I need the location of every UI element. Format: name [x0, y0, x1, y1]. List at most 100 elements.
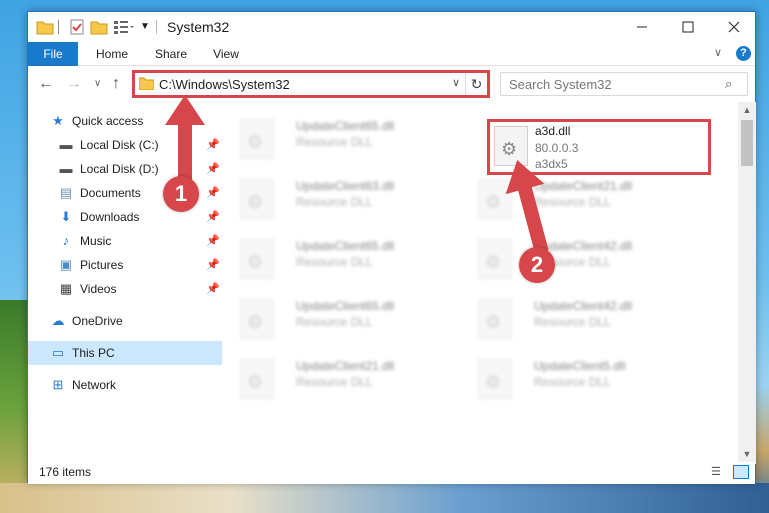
sidebar-item-music[interactable]: ♪ Music 📌 — [28, 229, 222, 253]
file-name: UpdateClient42.dll — [534, 299, 633, 313]
view-options-icon[interactable] — [112, 18, 134, 36]
documents-icon: ▤ — [59, 185, 73, 200]
maximize-button[interactable] — [665, 12, 711, 42]
sidebar-item-label: Downloads — [80, 210, 140, 224]
file-name: a3d.dll — [535, 124, 571, 138]
window-title: System32 — [167, 19, 230, 35]
step-badge-2: 2 — [519, 247, 555, 283]
sidebar-item-label: OneDrive — [72, 314, 123, 328]
back-arrow-icon[interactable]: ← — [38, 75, 54, 93]
recent-locations-icon[interactable]: ∨ — [94, 78, 101, 89]
customize-toolbar-icon[interactable]: ▼ — [140, 18, 150, 36]
sidebar-item-label: Network — [72, 378, 117, 392]
annotation-arrow-2 — [505, 159, 549, 254]
tab-view[interactable]: View — [208, 42, 244, 66]
step-badge-1: 1 — [163, 176, 199, 212]
scrollbar-thumb[interactable] — [741, 120, 753, 166]
desktop-background-left — [0, 300, 30, 513]
title-divider — [156, 20, 157, 34]
scroll-up-icon[interactable]: ▲ — [738, 102, 756, 118]
file-name: UpdateClient65.dll — [296, 299, 395, 313]
file-explorer-window: ▼ System32 File Home Share View ∨ ? ← → … — [27, 11, 757, 484]
star-icon: ★ — [52, 113, 64, 128]
help-icon[interactable]: ? — [736, 46, 751, 61]
dll-file-icon — [240, 359, 274, 399]
file-list: UpdateClient65.dll Resource DLL UpdateCl… — [228, 102, 738, 464]
pin-icon[interactable]: 📌 — [206, 210, 220, 223]
up-arrow-icon[interactable]: ↑ — [112, 75, 120, 93]
list-item[interactable]: UpdateClient65.dll Resource DLL — [228, 229, 453, 281]
dll-file-icon — [478, 299, 512, 339]
desktop-background-bottom — [0, 483, 769, 513]
pictures-icon: ▣ — [59, 257, 73, 272]
minimize-icon — [637, 26, 647, 28]
drive-icon: ▬ — [59, 161, 73, 176]
dll-file-icon — [240, 239, 274, 279]
sidebar-item-onedrive[interactable]: ☁ OneDrive — [28, 309, 222, 333]
folder-icon[interactable] — [36, 18, 54, 36]
list-item[interactable]: UpdateClient21.dll Resource DLL — [466, 169, 691, 221]
expand-ribbon-icon[interactable]: ∨ — [714, 46, 722, 59]
sidebar-item-label: Local Disk (D:) — [80, 162, 159, 176]
sidebar-item-label: Videos — [80, 282, 117, 296]
dll-file-icon — [240, 119, 274, 159]
sidebar-item-downloads[interactable]: ⬇ Downloads 📌 — [28, 205, 222, 229]
tab-file[interactable]: File — [28, 42, 78, 66]
file-type: Resource DLL — [296, 135, 373, 149]
close-icon — [728, 21, 740, 33]
forward-arrow-icon[interactable]: → — [66, 75, 82, 93]
list-item[interactable]: UpdateClient42.dll Resource DLL — [466, 289, 691, 341]
list-item[interactable]: UpdateClient5.dll Resource DLL — [466, 349, 691, 401]
file-type: Resource DLL — [296, 255, 373, 269]
network-icon: ⊞ — [52, 377, 64, 392]
sidebar-item-videos[interactable]: ▦ Videos 📌 — [28, 277, 222, 301]
tab-home[interactable]: Home — [90, 42, 134, 66]
minimize-button[interactable] — [619, 12, 665, 42]
navigation-bar: ← → ∨ ↑ C:\Windows\System32 ∨ ↻ Search S… — [28, 66, 755, 102]
details-view-icon[interactable]: ☰ — [711, 465, 727, 479]
file-name: UpdateClient65.dll — [296, 239, 395, 253]
tab-share[interactable]: Share — [150, 42, 192, 66]
close-button[interactable] — [711, 12, 757, 42]
file-type: Resource DLL — [534, 315, 611, 329]
ribbon-tabs: File Home Share View ∨ ? — [28, 42, 755, 66]
list-item[interactable]: UpdateClient65.dll Resource DLL — [228, 289, 453, 341]
music-icon: ♪ — [62, 233, 70, 248]
sidebar-item-network[interactable]: ⊞ Network — [28, 373, 222, 397]
list-item[interactable]: UpdateClient42.dll Resource DLL — [466, 229, 691, 281]
properties-icon[interactable] — [68, 18, 86, 36]
download-icon: ⬇ — [60, 209, 72, 224]
sidebar-item-this-pc[interactable]: ▭ This PC — [28, 341, 222, 365]
large-icons-view-icon[interactable] — [733, 465, 749, 479]
file-name: UpdateClient5.dll — [534, 359, 626, 373]
sidebar-item-label: Local Disk (C:) — [80, 138, 159, 152]
search-placeholder: Search System32 — [509, 77, 612, 92]
file-type: Resource DLL — [534, 375, 611, 389]
scroll-down-icon[interactable]: ▼ — [738, 446, 756, 462]
vertical-scrollbar[interactable]: ▲ ▼ — [738, 102, 756, 464]
sidebar-item-label: Pictures — [80, 258, 124, 272]
dll-file-icon — [240, 299, 274, 339]
drive-icon: ▬ — [59, 137, 73, 152]
new-folder-icon[interactable] — [90, 18, 108, 36]
computer-icon: ▭ — [51, 345, 65, 360]
quick-access-divider — [58, 20, 59, 34]
pin-icon[interactable]: 📌 — [206, 258, 220, 271]
maximize-icon — [682, 21, 694, 33]
pin-icon[interactable]: 📌 — [206, 234, 220, 247]
sidebar-item-label: Documents — [80, 186, 141, 200]
status-bar: 176 items ☰ — [28, 462, 755, 484]
videos-icon: ▦ — [59, 281, 73, 296]
pin-icon[interactable]: 📌 — [206, 282, 220, 295]
list-item[interactable]: UpdateClient63.dll Resource DLL — [228, 169, 453, 221]
search-icon[interactable]: ⌕ — [725, 76, 732, 92]
list-item[interactable]: UpdateClient65.dll Resource DLL — [228, 109, 453, 161]
list-item[interactable]: UpdateClient21.dll Resource DLL — [228, 349, 453, 401]
file-name: UpdateClient65.dll — [296, 119, 395, 133]
sidebar-item-label: Music — [80, 234, 112, 248]
file-name: UpdateClient63.dll — [296, 179, 395, 193]
sidebar-item-pictures[interactable]: ▣ Pictures 📌 — [28, 253, 222, 277]
search-input[interactable]: Search System32 ⌕ — [500, 72, 748, 96]
dll-file-icon — [240, 179, 274, 219]
sidebar-item-label: This PC — [72, 346, 115, 360]
